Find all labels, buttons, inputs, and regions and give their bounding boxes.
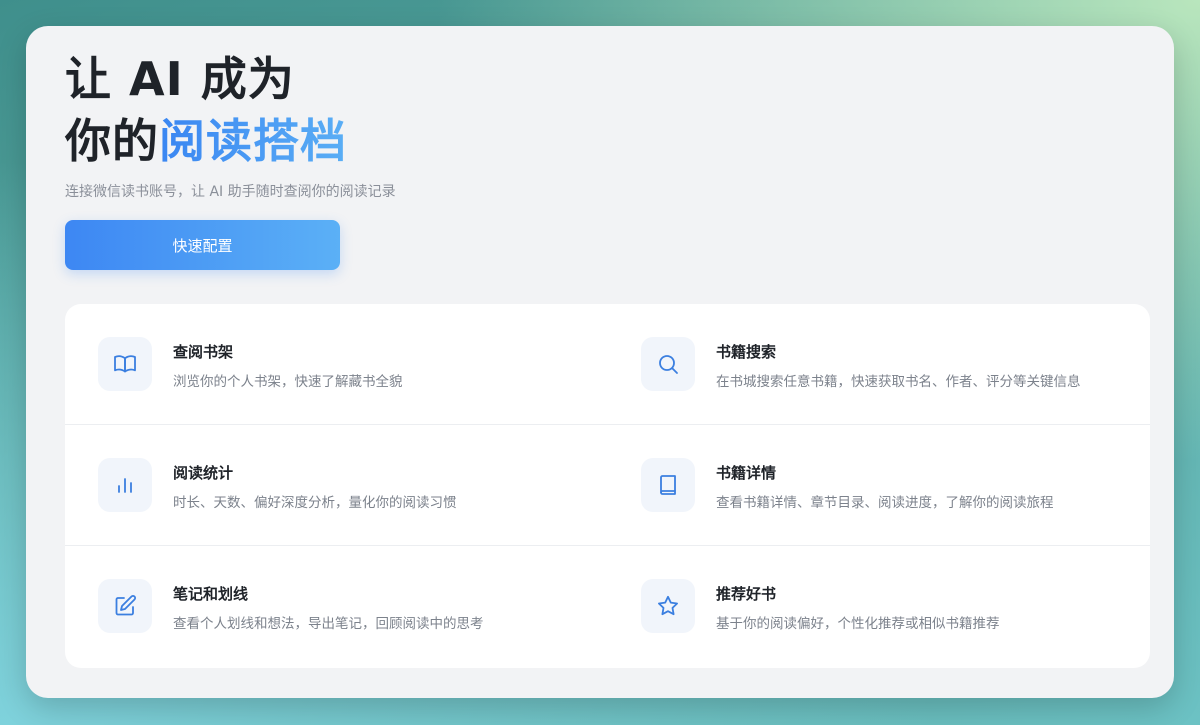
feature-title: 笔记和划线 xyxy=(173,585,249,603)
feature-notes-highlights[interactable]: 笔记和划线 查看个人划线和想法，导出笔记，回顾阅读中的思考 xyxy=(98,546,618,667)
feature-title: 查阅书架 xyxy=(173,343,234,361)
hero-title-line-2: 你的阅读搭档 xyxy=(65,110,396,172)
book-icon xyxy=(641,458,695,512)
hero-section: 让 AI 成为 你的阅读搭档 连接微信读书账号，让 AI 助手随时查阅你的阅读记… xyxy=(65,48,396,201)
feature-description: 查看书籍详情、章节目录、阅读进度，了解你的阅读旅程 xyxy=(716,495,1054,511)
feature-title: 推荐好书 xyxy=(716,585,777,603)
feature-row: 阅读统计 时长、天数、偏好深度分析，量化你的阅读习惯 书籍详情 查看书籍详情、章… xyxy=(65,425,1150,546)
search-icon xyxy=(641,337,695,391)
feature-book-search[interactable]: 书籍搜索 在书城搜索任意书籍，快速获取书名、作者、评分等关键信息 xyxy=(641,304,1161,425)
app-window: 让 AI 成为 你的阅读搭档 连接微信读书账号，让 AI 助手随时查阅你的阅读记… xyxy=(26,26,1174,698)
feature-title: 书籍详情 xyxy=(716,464,777,482)
feature-recommend-books[interactable]: 推荐好书 基于你的阅读偏好，个性化推荐或相似书籍推荐 xyxy=(641,546,1161,667)
feature-description: 时长、天数、偏好深度分析，量化你的阅读习惯 xyxy=(173,495,457,511)
feature-bookshelf[interactable]: 查阅书架 浏览你的个人书架，快速了解藏书全貌 xyxy=(98,304,618,425)
star-icon xyxy=(641,579,695,633)
book-open-icon xyxy=(98,337,152,391)
edit-icon xyxy=(98,579,152,633)
feature-description: 查看个人划线和想法，导出笔记，回顾阅读中的思考 xyxy=(173,616,484,632)
feature-description: 在书城搜索任意书籍，快速获取书名、作者、评分等关键信息 xyxy=(716,374,1081,390)
quick-setup-button[interactable]: 快速配置 xyxy=(65,220,340,270)
feature-title: 阅读统计 xyxy=(173,464,234,482)
hero-title-line-1: 让 AI 成为 xyxy=(65,52,295,106)
feature-row: 笔记和划线 查看个人划线和想法，导出笔记，回顾阅读中的思考 推荐好书 基于你的阅… xyxy=(65,546,1150,667)
feature-reading-stats[interactable]: 阅读统计 时长、天数、偏好深度分析，量化你的阅读习惯 xyxy=(98,425,618,546)
feature-description: 基于你的阅读偏好，个性化推荐或相似书籍推荐 xyxy=(716,616,1000,632)
hero-title-highlight: 阅读搭档 xyxy=(159,114,347,168)
bar-chart-icon xyxy=(98,458,152,512)
hero-subtitle: 连接微信读书账号，让 AI 助手随时查阅你的阅读记录 xyxy=(65,184,396,200)
hero-title-prefix: 你的 xyxy=(65,114,159,168)
feature-description: 浏览你的个人书架，快速了解藏书全貌 xyxy=(173,374,403,390)
feature-book-details[interactable]: 书籍详情 查看书籍详情、章节目录、阅读进度，了解你的阅读旅程 xyxy=(641,425,1161,546)
feature-row: 查阅书架 浏览你的个人书架，快速了解藏书全貌 书籍搜索 在书城搜索任意书籍，快速… xyxy=(65,304,1150,425)
features-card: 查阅书架 浏览你的个人书架，快速了解藏书全貌 书籍搜索 在书城搜索任意书籍，快速… xyxy=(65,304,1150,668)
feature-title: 书籍搜索 xyxy=(716,343,777,361)
